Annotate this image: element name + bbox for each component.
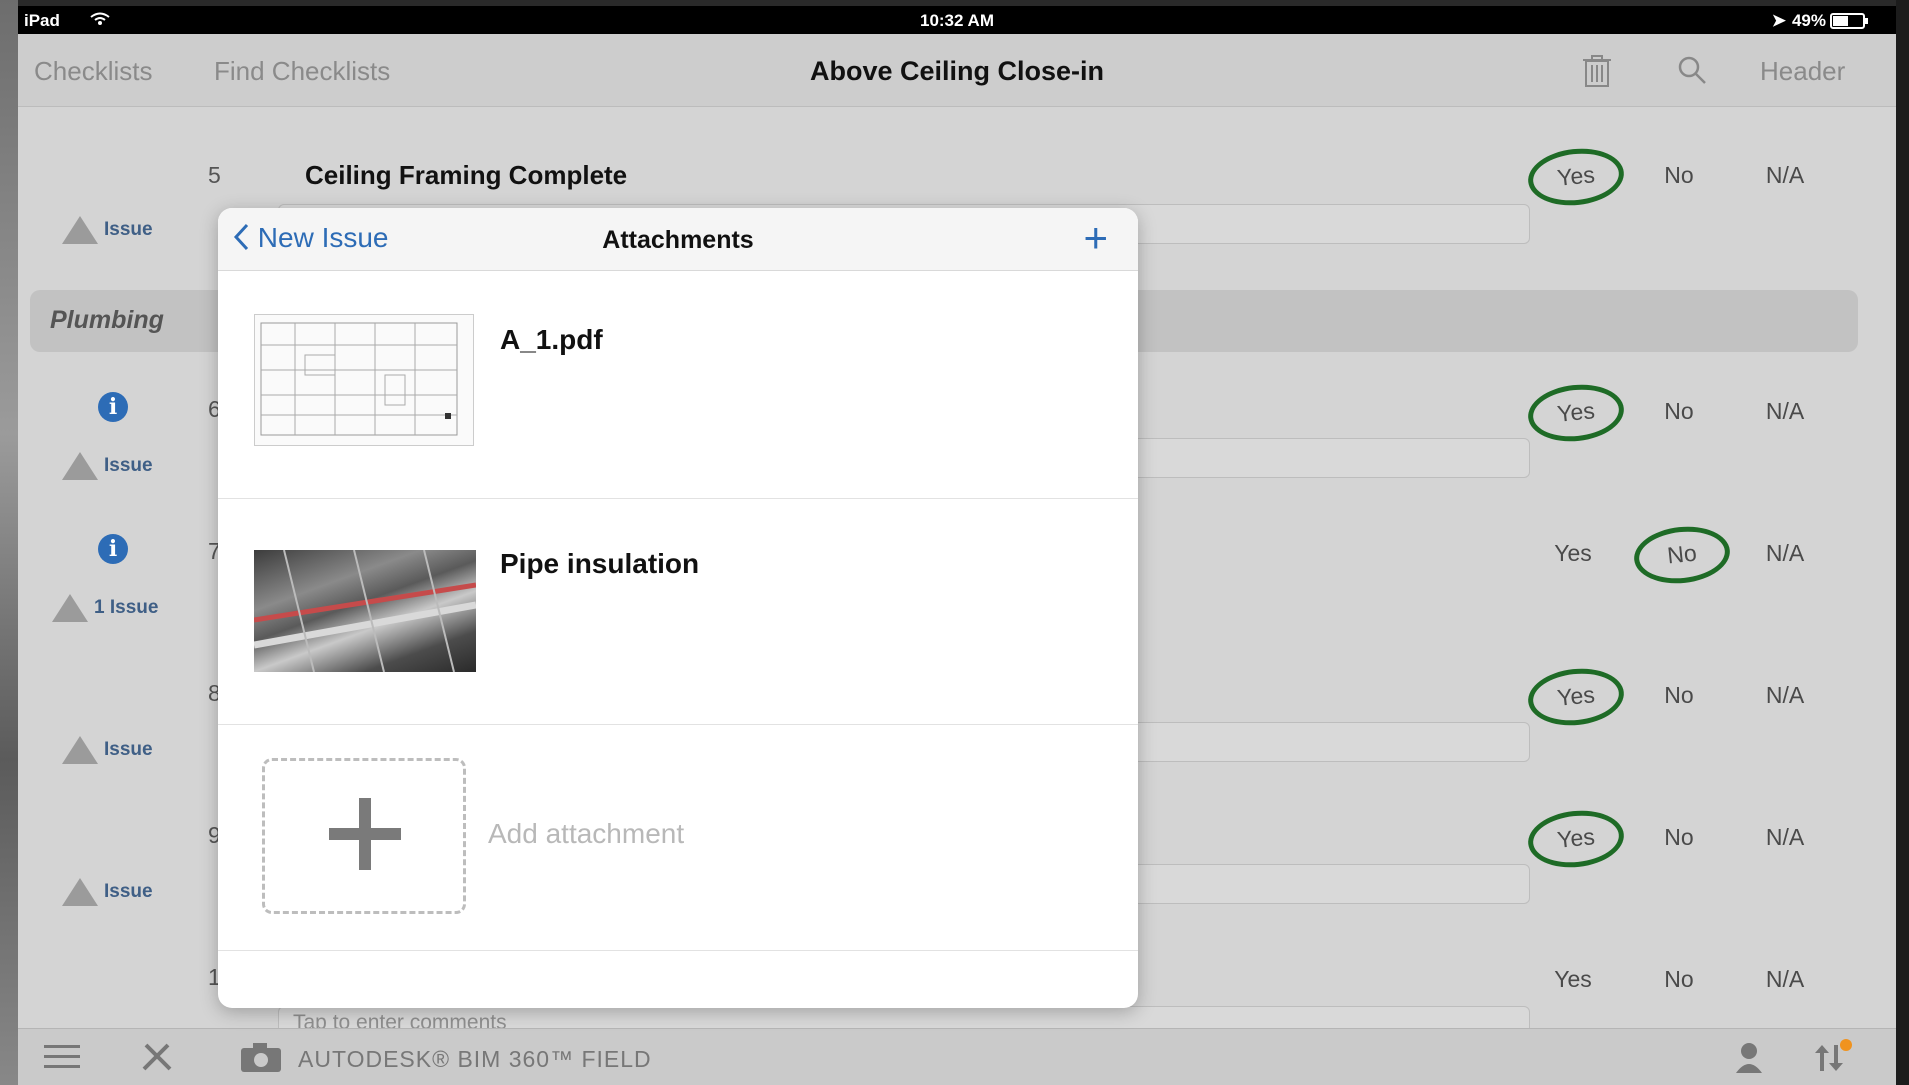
no-option[interactable]: No <box>1634 966 1724 993</box>
issue-button[interactable]: Issue <box>62 736 153 764</box>
info-icon[interactable]: i <box>98 534 128 564</box>
photo-thumbnail <box>253 549 477 673</box>
add-attachment-row[interactable]: Add attachment <box>218 724 1138 951</box>
attachment-name: Pipe insulation <box>500 548 700 579</box>
na-option[interactable]: N/A <box>1740 682 1830 709</box>
ipad-screen: iPad 10:32 AM ➤ 49% Checklists Find Chec… <box>18 6 1896 1085</box>
na-option[interactable]: N/A <box>1740 162 1830 189</box>
yes-option-selected[interactable]: Yes <box>1525 664 1627 730</box>
no-option-selected[interactable]: No <box>1631 522 1733 588</box>
battery-percent: 49% <box>1791 11 1826 30</box>
nav-bar: Checklists Find Checklists Above Ceiling… <box>18 34 1896 107</box>
row-title: Ceiling Framing Complete <box>305 160 628 190</box>
no-option[interactable]: No <box>1634 398 1724 425</box>
popover-header: New Issue Attachments + <box>218 208 1138 271</box>
no-option[interactable]: No <box>1634 682 1724 709</box>
na-option[interactable]: N/A <box>1740 966 1830 993</box>
na-option[interactable]: N/A <box>1740 398 1830 425</box>
yes-option-selected[interactable]: Yes <box>1525 806 1627 872</box>
warning-icon <box>62 216 98 244</box>
issue-button[interactable]: Issue <box>62 216 153 244</box>
battery-icon <box>1830 13 1870 34</box>
na-option[interactable]: N/A <box>1740 540 1830 567</box>
issue-button[interactable]: Issue <box>62 878 153 906</box>
pdf-thumbnail <box>254 314 474 446</box>
warning-icon <box>62 452 98 480</box>
page-title: Above Ceiling Close-in <box>809 56 1105 86</box>
user-icon[interactable] <box>1734 1041 1764 1078</box>
row-number: 5 <box>208 162 221 188</box>
sync-icon[interactable] <box>1812 1039 1852 1080</box>
background-edge-right <box>1896 0 1909 1085</box>
warning-icon <box>62 878 98 906</box>
camera-icon[interactable] <box>240 1041 282 1078</box>
bottom-toolbar: AUTODESK® BIM 360™ FIELD <box>18 1028 1896 1085</box>
status-bar: iPad 10:32 AM ➤ 49% <box>18 6 1896 34</box>
info-icon[interactable]: i <box>98 392 128 422</box>
trash-icon[interactable] <box>1580 54 1614 93</box>
issue-button[interactable]: 1 Issue <box>52 594 158 622</box>
add-attachment-button[interactable] <box>262 758 466 914</box>
tools-icon[interactable] <box>140 1041 174 1078</box>
yes-option[interactable]: Yes <box>1528 966 1618 993</box>
no-option[interactable]: No <box>1634 162 1724 189</box>
yes-option-selected[interactable]: Yes <box>1525 144 1627 210</box>
location-icon: ➤ <box>1771 11 1786 30</box>
yes-option-selected[interactable]: Yes <box>1525 380 1627 446</box>
attachment-row[interactable]: A_1.pdf <box>218 270 1138 499</box>
warning-icon <box>52 594 88 622</box>
header-link[interactable]: Header <box>1760 56 1845 87</box>
warning-icon <box>62 736 98 764</box>
attachment-name: A_1.pdf <box>500 324 603 355</box>
no-option[interactable]: No <box>1634 824 1724 851</box>
popover-title: Attachments <box>602 226 754 254</box>
na-option[interactable]: N/A <box>1740 824 1830 851</box>
brand-label: AUTODESK® BIM 360™ FIELD <box>298 1046 652 1072</box>
yes-option[interactable]: Yes <box>1528 540 1618 567</box>
add-icon[interactable]: + <box>1083 214 1108 262</box>
add-attachment-label: Add attachment <box>488 818 685 849</box>
search-icon[interactable] <box>1676 54 1708 91</box>
attachments-popover: New Issue Attachments + A_1.pdf Pipe ins… <box>218 208 1138 1008</box>
attachment-row[interactable]: Pipe insulation <box>218 498 1138 725</box>
issue-button[interactable]: Issue <box>62 452 153 480</box>
section-title: Plumbing <box>50 306 164 334</box>
clock: 10:32 AM <box>919 11 994 30</box>
background-edge <box>0 0 18 1085</box>
menu-icon[interactable] <box>44 1045 80 1074</box>
